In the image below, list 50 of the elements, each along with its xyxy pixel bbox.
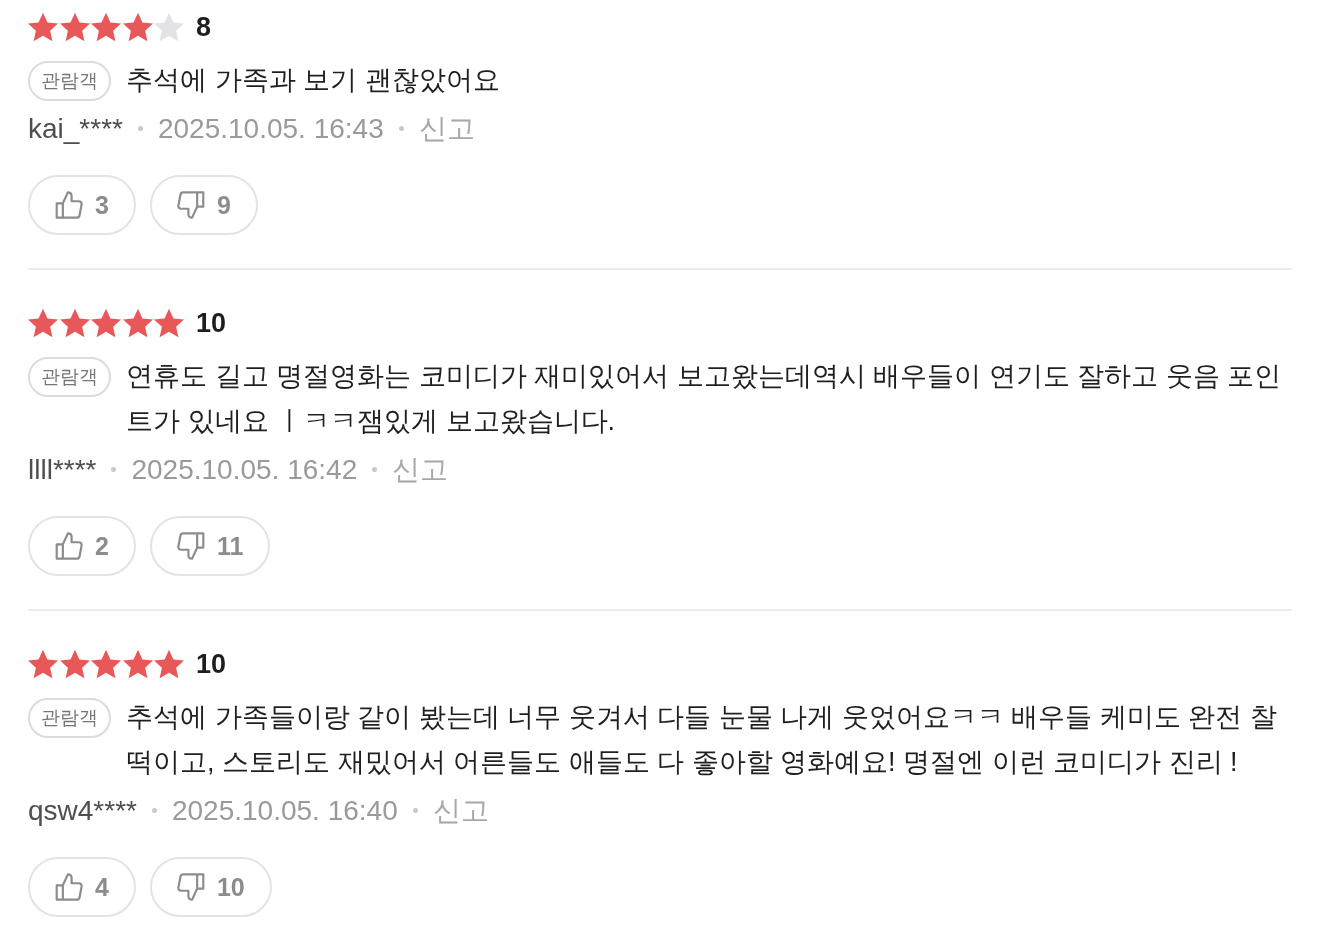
- author-name: kai_****: [28, 112, 123, 146]
- filled-star-icon: [91, 649, 122, 679]
- dislike-button[interactable]: 9: [149, 175, 258, 235]
- review-text: 추석에 가족과 보기 괜찮았어요: [126, 64, 501, 97]
- separator-dot-icon: [372, 467, 378, 472]
- thumbs-up-icon: [55, 191, 83, 219]
- thumbs-down-icon: [176, 532, 205, 560]
- review-date: 2025.10.05. 16:40: [171, 794, 398, 828]
- rating-score: 10: [195, 649, 226, 679]
- separator-dot-icon: [137, 126, 143, 131]
- review-text: 연휴도 길고 명절영화는 코미디가 재미있어서 보고왔는데역시 배우들이 연기도 잘하고 웃음 포인트가 있네요 ㅣㅋㅋ잼있게 보고왔습니다.: [126, 360, 1282, 438]
- thumbs-down-icon: [176, 873, 205, 901]
- filled-star-icon: [28, 12, 58, 42]
- rating-score: 10: [195, 308, 226, 338]
- report-link[interactable]: 신고: [418, 106, 475, 151]
- viewer-badge: 관람객: [28, 356, 111, 397]
- like-button[interactable]: 4: [28, 857, 136, 917]
- filled-star-icon: [59, 649, 90, 679]
- filled-star-icon: [154, 308, 185, 338]
- viewer-badge: 관람객: [28, 697, 111, 738]
- separator-dot-icon: [111, 467, 117, 472]
- filled-star-icon: [59, 308, 90, 338]
- dislike-button[interactable]: 10: [149, 857, 272, 917]
- review-date: 2025.10.05. 16:43: [157, 112, 384, 146]
- thumbs-down-icon: [176, 191, 205, 219]
- review-text: 추석에 가족들이랑 같이 봤는데 너무 웃겨서 다들 눈물 나게 웃었어요ㅋㅋ 배우들 케미도 완전 찰떡이고, 스토리도 재밌어서 어른들도 애들도 다 좋아할 영화예요! 명절엔 이런 코미디가 진리 !: [126, 701, 1278, 779]
- separator-dot-icon: [412, 808, 418, 813]
- like-button[interactable]: 2: [28, 516, 136, 576]
- author-name: llll****: [28, 453, 97, 487]
- filled-star-icon: [154, 649, 185, 679]
- thumbs-up-icon: [55, 873, 83, 901]
- filled-star-icon: [59, 12, 90, 42]
- rating-score: 8: [195, 12, 211, 42]
- viewer-badge: 관람객: [28, 60, 111, 101]
- report-link[interactable]: 신고: [392, 447, 449, 492]
- author-name: qsw4****: [28, 794, 137, 828]
- filled-star-icon: [122, 308, 153, 338]
- filled-star-icon: [28, 649, 58, 679]
- dislike-button[interactable]: 11: [149, 516, 271, 576]
- filled-star-icon: [122, 12, 153, 42]
- filled-star-icon: [91, 308, 122, 338]
- filled-star-icon: [91, 12, 122, 42]
- separator-dot-icon: [398, 126, 404, 131]
- report-link[interactable]: 신고: [432, 788, 489, 833]
- separator-dot-icon: [151, 808, 157, 813]
- filled-star-icon: [122, 649, 153, 679]
- thumbs-up-icon: [55, 532, 83, 560]
- filled-star-icon: [28, 308, 58, 338]
- review-date: 2025.10.05. 16:42: [131, 453, 358, 487]
- like-button[interactable]: 3: [28, 175, 136, 235]
